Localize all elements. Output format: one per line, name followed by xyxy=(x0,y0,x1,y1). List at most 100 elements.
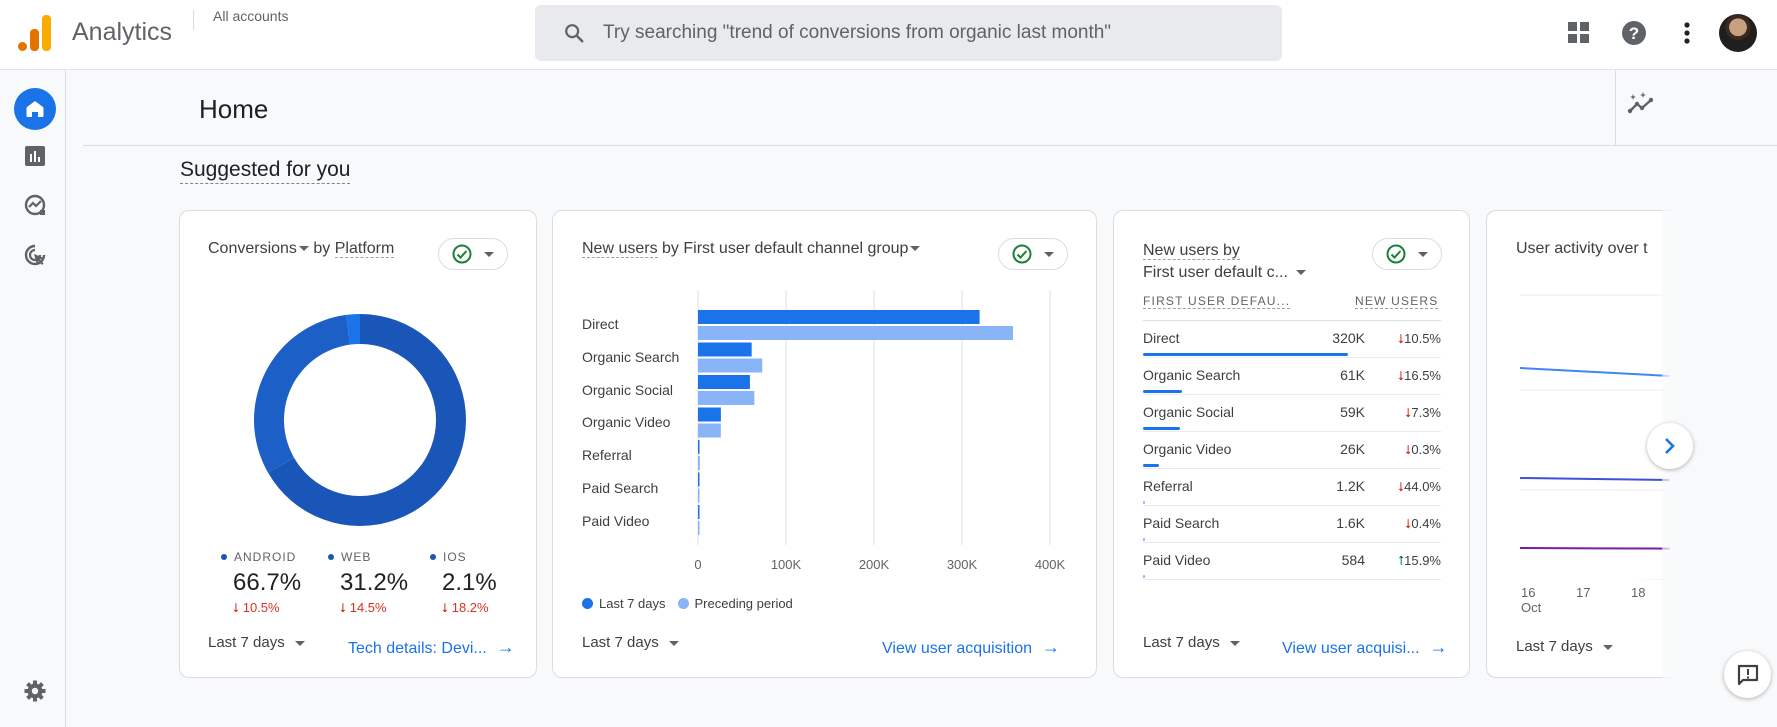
explore-icon xyxy=(24,194,46,216)
donut-slice-web[interactable] xyxy=(253,314,351,473)
dropdown-arrow-icon xyxy=(1044,251,1054,257)
column-header-new-users[interactable]: NEW USERS xyxy=(1355,294,1439,309)
card-status-menu[interactable] xyxy=(438,238,508,270)
bar-last-7-days[interactable] xyxy=(698,310,980,324)
line-series-1-day[interactable] xyxy=(1520,547,1670,550)
insights-sparkle-icon xyxy=(1627,92,1654,114)
bar-preceding-period[interactable] xyxy=(698,423,721,438)
bar-last-7-days[interactable] xyxy=(698,505,700,519)
search-input[interactable] xyxy=(603,22,1253,44)
dropdown-arrow-icon xyxy=(298,246,309,252)
nav-admin-settings[interactable] xyxy=(14,670,56,712)
tech-details-link[interactable]: Tech details: Devi... → xyxy=(348,637,515,658)
date-range-selector[interactable]: Last 7 days xyxy=(208,634,305,651)
bar-last-7-days[interactable] xyxy=(698,472,700,487)
metric-label[interactable]: New users by xyxy=(1143,242,1240,260)
x-tick-label: 300K xyxy=(946,557,978,572)
nav-advertising[interactable] xyxy=(14,234,56,276)
bar-preceding-period[interactable] xyxy=(698,391,755,405)
bar-preceding-period[interactable] xyxy=(698,488,700,503)
card-status-menu[interactable] xyxy=(998,238,1068,270)
legend-dot xyxy=(430,554,436,560)
app-title[interactable]: Analytics xyxy=(72,18,172,47)
table-row[interactable]: Organic Video 26K ⭣0.3% xyxy=(1143,432,1441,469)
line-chart xyxy=(1520,294,1670,580)
dropdown-arrow-icon[interactable] xyxy=(910,246,921,252)
row-channel-name: Organic Search xyxy=(1143,367,1241,383)
dimension-label[interactable]: by First user default channel group xyxy=(658,240,908,257)
carousel-next-button[interactable] xyxy=(1647,423,1693,469)
nav-reports[interactable] xyxy=(14,135,56,177)
bar-last-7-days[interactable] xyxy=(698,342,752,357)
bar-chart xyxy=(697,290,1051,545)
change-value: 0.3% xyxy=(1411,442,1441,457)
row-new-users-value: 320K xyxy=(1332,330,1365,346)
row-new-users-value: 26K xyxy=(1340,441,1365,457)
table-row[interactable]: Organic Social 59K ⭣7.3% xyxy=(1143,395,1441,432)
legend-dot xyxy=(582,598,593,609)
date-range-selector[interactable]: Last 7 days xyxy=(1143,634,1240,651)
section-title[interactable]: Suggested for you xyxy=(180,158,351,184)
date-range-selector[interactable]: Last 7 days xyxy=(582,634,679,651)
settings-gear-icon xyxy=(24,680,46,702)
table-row[interactable]: Organic Search 61K ⭣16.5% xyxy=(1143,358,1441,395)
platform-label: ANDROID xyxy=(234,550,297,564)
feedback-button[interactable] xyxy=(1724,651,1771,698)
view-user-acquisition-link[interactable]: View user acquisi... → xyxy=(1282,637,1448,658)
change-value: 15.9% xyxy=(1404,553,1441,568)
platform-stat-android: ANDROID 66.7% ⭣ 10.5% xyxy=(221,550,331,616)
nav-explore[interactable] xyxy=(14,184,56,226)
card-status-menu[interactable] xyxy=(1372,238,1442,270)
platform-label: WEB xyxy=(341,550,372,564)
row-share-bar xyxy=(1143,464,1160,467)
nav-home[interactable] xyxy=(14,88,56,130)
table-row[interactable]: Direct 320K ⭣10.5% xyxy=(1143,321,1441,358)
x-tick-label: 100K xyxy=(770,557,802,572)
insights-button[interactable] xyxy=(1627,92,1663,122)
change-value: 18.2% xyxy=(451,600,489,615)
bar-preceding-period[interactable] xyxy=(698,521,700,535)
arrow-right-icon: → xyxy=(1429,637,1448,657)
date-range-selector[interactable]: Last 7 days xyxy=(1516,638,1613,655)
help-icon[interactable]: ? xyxy=(1621,20,1647,46)
donut-chart xyxy=(253,314,466,526)
column-header-dimension[interactable]: FIRST USER DEFAU... xyxy=(1143,294,1291,309)
table-row[interactable]: Referral 1.2K ⭣44.0% xyxy=(1143,469,1441,506)
search-bar[interactable] xyxy=(535,5,1282,61)
x-tick-label: 200K xyxy=(858,557,890,572)
metric-label[interactable]: New users xyxy=(582,240,658,258)
line-series-30-days[interactable] xyxy=(1520,367,1670,377)
analytics-logo-icon[interactable] xyxy=(18,15,52,51)
bar-last-7-days[interactable] xyxy=(698,407,721,422)
bar-preceding-period[interactable] xyxy=(698,358,763,373)
dropdown-arrow-icon xyxy=(484,251,494,257)
title-by: by xyxy=(313,240,331,257)
bar-last-7-days[interactable] xyxy=(698,375,750,389)
date-range-label: Last 7 days xyxy=(208,634,285,651)
metric-selector[interactable]: Conversions xyxy=(208,240,309,257)
dimension-label[interactable]: Platform xyxy=(334,240,395,258)
dropdown-arrow-icon xyxy=(1602,644,1613,650)
x-tick-label: 400K xyxy=(1034,557,1066,572)
legend-label: Last 7 days xyxy=(599,596,666,611)
date-range-label: Last 7 days xyxy=(582,634,659,651)
view-user-acquisition-link[interactable]: View user acquisition → xyxy=(882,637,1060,658)
table-row[interactable]: Paid Search 1.6K ⭣0.4% xyxy=(1143,506,1441,543)
legend-dot xyxy=(221,554,227,560)
user-avatar[interactable] xyxy=(1719,14,1757,52)
bar-preceding-period[interactable] xyxy=(698,456,700,470)
account-selector[interactable]: All accounts xyxy=(213,8,288,24)
row-change: ⭣0.3% xyxy=(1405,442,1441,458)
dropdown-arrow-icon xyxy=(294,640,305,646)
apps-grid-icon[interactable] xyxy=(1566,20,1592,46)
table-row[interactable]: Paid Video 584 ⭡15.9% xyxy=(1143,543,1441,580)
row-channel-name: Paid Video xyxy=(1143,552,1211,568)
more-vert-icon[interactable] xyxy=(1674,20,1700,46)
dimension-selector[interactable]: First user default c... xyxy=(1143,262,1307,284)
bar-preceding-period[interactable] xyxy=(698,326,1014,340)
check-circle-icon xyxy=(1012,244,1032,264)
line-series-7-days[interactable] xyxy=(1520,477,1670,481)
bar-last-7-days[interactable] xyxy=(698,440,700,454)
platform-value: 31.2% xyxy=(340,569,409,596)
chevron-right-icon xyxy=(1665,438,1675,454)
